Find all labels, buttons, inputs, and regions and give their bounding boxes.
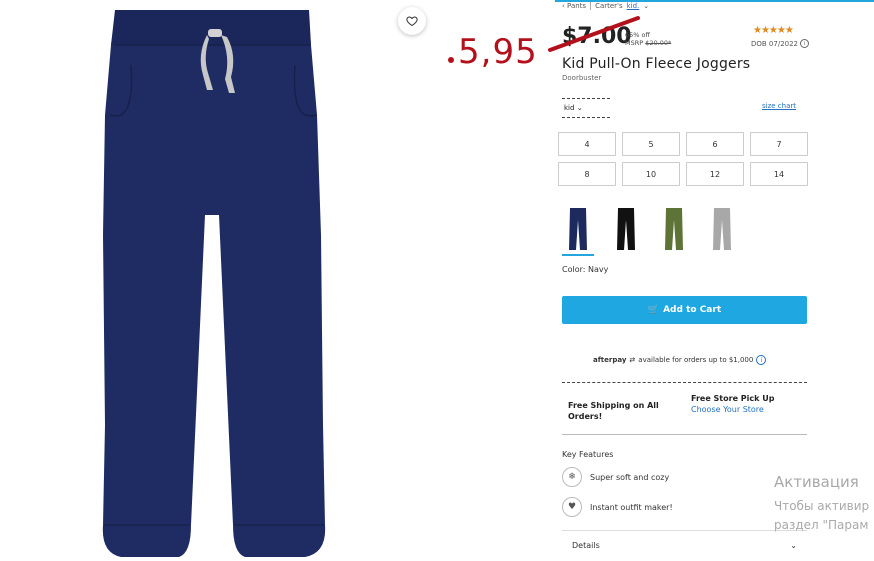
color-label: Color: Navy bbox=[562, 265, 609, 274]
msrp-line: MSRP $20.00* bbox=[625, 39, 671, 47]
size-type-value: kid bbox=[564, 104, 575, 112]
pants-icon bbox=[569, 208, 587, 250]
key-feature-item: ♥ Instant outfit maker! bbox=[562, 497, 673, 517]
sale-price-annotation: 5,95 bbox=[448, 32, 538, 72]
size-option[interactable]: 4 bbox=[558, 132, 616, 156]
add-to-cart-label: Add to Cart bbox=[663, 305, 722, 315]
key-features-title: Key Features bbox=[562, 450, 614, 459]
size-option[interactable]: 12 bbox=[686, 162, 744, 186]
discount-info: 65% off MSRP $20.00* bbox=[625, 31, 671, 47]
msrp-value: $20.00* bbox=[645, 39, 672, 47]
breadcrumb-brand: Carter's bbox=[595, 2, 623, 10]
size-option[interactable]: 8 bbox=[558, 162, 616, 186]
pants-icon bbox=[713, 208, 731, 250]
snowflake-icon: ❄ bbox=[562, 467, 582, 487]
choose-store-link[interactable]: Choose Your Store bbox=[691, 405, 764, 414]
add-to-cart-button[interactable]: 🛒 Add to Cart bbox=[562, 296, 807, 324]
swatch-black[interactable] bbox=[610, 206, 642, 256]
info-icon[interactable]: i bbox=[800, 39, 810, 48]
product-image bbox=[102, 10, 326, 557]
breadcrumb-back[interactable]: ‹ Pants bbox=[562, 2, 586, 10]
divider bbox=[562, 434, 807, 435]
breadcrumb-separator bbox=[590, 2, 592, 10]
color-swatches bbox=[562, 206, 738, 256]
activation-watermark-line: раздел "Парам bbox=[774, 518, 869, 532]
size-option[interactable]: 14 bbox=[750, 162, 808, 186]
size-option[interactable]: 10 bbox=[622, 162, 680, 186]
cart-icon: 🛒 bbox=[647, 305, 660, 315]
afterpay-text: available for orders up to $1,000 bbox=[638, 356, 754, 364]
rating-stars[interactable]: ★★★★★ bbox=[753, 25, 794, 36]
product-subtitle: Doorbuster bbox=[562, 74, 602, 82]
size-option[interactable]: 6 bbox=[686, 132, 744, 156]
swatch-olive[interactable] bbox=[658, 206, 690, 256]
size-grid: 4 5 6 7 8 10 12 14 bbox=[558, 132, 808, 186]
info-icon[interactable]: i bbox=[756, 355, 767, 365]
afterpay-arrow-icon: ⇄ bbox=[629, 356, 636, 364]
chevron-down-icon: ⌄ bbox=[790, 541, 797, 550]
size-type-select[interactable]: kid ⌄ bbox=[562, 98, 610, 118]
swatch-navy[interactable] bbox=[562, 206, 594, 256]
divider bbox=[562, 382, 807, 383]
afterpay-logo: afterpay bbox=[593, 356, 627, 364]
size-option[interactable]: 5 bbox=[622, 132, 680, 156]
details-label: Details bbox=[572, 541, 600, 550]
dot-icon bbox=[448, 56, 454, 63]
size-option[interactable]: 7 bbox=[750, 132, 808, 156]
pants-icon bbox=[617, 208, 635, 250]
chevron-down-icon: ⌄ bbox=[576, 104, 583, 112]
size-chart-link[interactable]: size chart bbox=[762, 102, 796, 110]
key-feature-label: Super soft and cozy bbox=[590, 472, 670, 482]
favorite-button[interactable] bbox=[398, 7, 426, 35]
heart-icon bbox=[406, 16, 418, 27]
key-feature-item: ❄ Super soft and cozy bbox=[562, 467, 669, 487]
store-pickup-title: Free Store Pick Up bbox=[691, 394, 775, 403]
swatch-heather[interactable] bbox=[706, 206, 738, 256]
chevron-down-icon[interactable]: ⌄ bbox=[643, 2, 649, 10]
free-shipping-text: Free Shipping on All Orders! bbox=[568, 401, 659, 421]
pants-icon bbox=[665, 208, 683, 250]
breadcrumb-back-label: Pants bbox=[567, 2, 587, 10]
dob-info: DOB 07/2022 i bbox=[751, 39, 810, 48]
key-feature-label: Instant outfit maker! bbox=[590, 502, 673, 512]
breadcrumb: ‹ Pants Carter's kid. ⌄ bbox=[562, 2, 649, 10]
details-accordion[interactable]: Details ⌄ bbox=[562, 530, 807, 560]
dob-label: DOB 07/2022 bbox=[751, 39, 799, 48]
activation-watermark-line: Чтобы активир bbox=[774, 499, 870, 513]
sale-price-value: 5,95 bbox=[458, 32, 538, 72]
breadcrumb-section-link[interactable]: kid. bbox=[627, 2, 640, 10]
activation-watermark-text: Чтобы активир раздел "Парам bbox=[774, 497, 869, 535]
discount-percent: 65% off bbox=[625, 31, 650, 39]
heart-badge-icon: ♥ bbox=[562, 497, 582, 517]
afterpay-banner: afterpay ⇄ available for orders up to $1… bbox=[593, 355, 767, 365]
msrp-label: MSRP bbox=[625, 39, 644, 47]
product-title: Kid Pull-On Fleece Joggers bbox=[562, 56, 751, 72]
activation-watermark-title: Активация bbox=[774, 473, 859, 491]
